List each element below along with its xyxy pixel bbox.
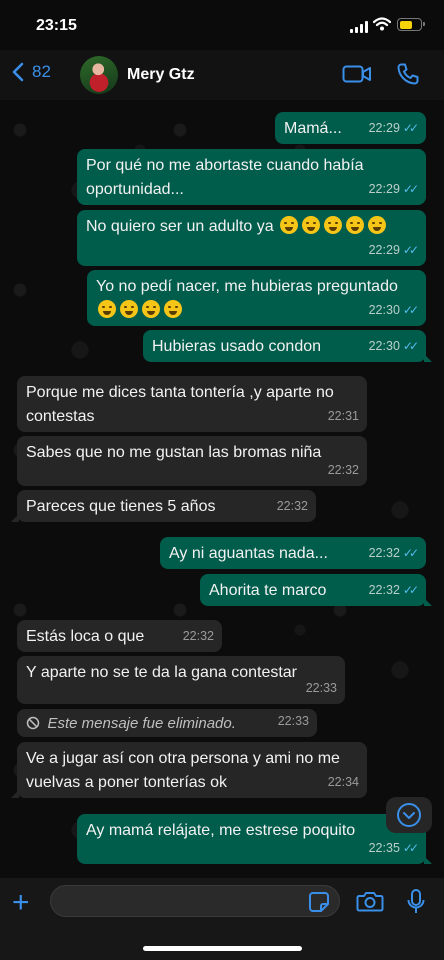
scroll-down-button[interactable] xyxy=(386,797,432,833)
message-text: Yo no pedí nacer, me hubieras preguntado xyxy=(96,278,398,295)
battery-icon xyxy=(397,18,425,31)
message-text: Ay ni aguantas nada... xyxy=(169,545,328,562)
message-text: No quiero ser un adulto ya xyxy=(86,218,274,235)
message-meta: 22:29 ✓✓ xyxy=(368,177,419,201)
message-incoming[interactable]: Porque me dices tanta tontería ,y aparte… xyxy=(17,376,367,432)
message-text: Este mensaje fue eliminado. xyxy=(47,715,236,732)
sticker-icon[interactable] xyxy=(308,891,330,913)
message-time: 22:32 xyxy=(276,499,308,513)
message-incoming[interactable]: Sabes que no me gustan las bromas niña 2… xyxy=(17,436,367,486)
message-text: Y aparte no se te da la gana contestar xyxy=(26,664,298,681)
message-text: Ay mamá relájate, me estrese poquito xyxy=(86,822,356,839)
message-time: 22:32 xyxy=(368,583,400,597)
message-meta: 22:32 xyxy=(183,624,214,648)
message-text: Por qué no me abortaste cuando había opo… xyxy=(86,157,364,198)
message-time: 22:33 xyxy=(305,681,337,695)
mic-icon[interactable] xyxy=(406,888,426,916)
message-time: 22:35 xyxy=(368,841,400,855)
scroll-down-icon xyxy=(397,803,421,827)
double-check-icon: ✓✓ xyxy=(402,841,419,855)
status-time: 23:15 xyxy=(36,17,77,34)
crying-face-emoji xyxy=(278,216,388,235)
wifi-icon xyxy=(373,17,391,31)
crying-face-emoji xyxy=(96,300,184,319)
back-chevron-icon xyxy=(12,62,24,82)
message-time: 22:29 xyxy=(368,121,400,135)
message-text: Ahorita te marco xyxy=(209,582,327,599)
message-outgoing[interactable]: Yo no pedí nacer, me hubieras preguntado… xyxy=(87,270,426,326)
message-meta: 22:33 xyxy=(278,709,309,733)
video-call-icon[interactable] xyxy=(342,64,372,84)
message-time: 22:32 xyxy=(182,629,214,643)
double-check-icon: ✓✓ xyxy=(402,121,419,135)
double-check-icon: ✓✓ xyxy=(402,546,419,560)
status-bar: 23:15 xyxy=(0,0,444,50)
message-incoming[interactable]: Pareces que tienes 5 años 22:32 xyxy=(11,490,316,522)
message-text: Porque me dices tanta tontería ,y aparte… xyxy=(26,384,334,425)
message-outgoing[interactable]: Ahorita te marco 22:32 ✓✓ xyxy=(200,574,432,606)
unread-count: 82 xyxy=(32,62,51,81)
message-text: Ve a jugar así con otra persona y ami no… xyxy=(26,750,340,791)
double-check-icon: ✓✓ xyxy=(402,182,419,196)
contact-name[interactable]: Mery Gtz xyxy=(127,66,195,84)
signal-icon xyxy=(350,20,368,33)
message-meta: 22:35 ✓✓ xyxy=(368,836,419,860)
message-outgoing[interactable]: Ay ni aguantas nada... 22:32 ✓✓ xyxy=(160,537,426,569)
message-outgoing[interactable]: Hubieras usado condon 22:30 ✓✓ xyxy=(143,330,432,362)
deleted-icon xyxy=(26,716,40,730)
message-incoming-deleted[interactable]: Este mensaje fue eliminado. 22:33 xyxy=(17,709,317,737)
message-text: Estás loca o que xyxy=(26,628,145,645)
message-meta: 22:33 xyxy=(306,676,337,700)
avatar[interactable] xyxy=(80,56,118,94)
message-incoming[interactable]: Y aparte no se te da la gana contestar 2… xyxy=(17,656,345,704)
message-time: 22:34 xyxy=(327,775,359,789)
message-time: 22:31 xyxy=(327,409,359,423)
message-text: Pareces que tienes 5 años xyxy=(26,498,216,515)
message-text: Hubieras usado condon xyxy=(152,338,322,355)
message-meta: 22:34 xyxy=(328,770,359,794)
chat-area[interactable]: Mamá... 22:29 ✓✓ Por qué no me abortaste … xyxy=(0,100,444,878)
home-indicator[interactable] xyxy=(143,946,302,951)
message-text: Sabes que no me gustan las bromas niña xyxy=(26,444,322,461)
double-check-icon: ✓✓ xyxy=(402,583,419,597)
message-meta: 22:29 ✓✓ xyxy=(368,116,419,140)
message-time: 22:29 xyxy=(368,182,400,196)
double-check-icon: ✓✓ xyxy=(402,243,419,257)
message-input[interactable] xyxy=(50,885,340,917)
double-check-icon: ✓✓ xyxy=(402,303,419,317)
message-outgoing[interactable]: Ay mamá relájate, me estrese poquito 22:… xyxy=(77,814,432,864)
message-meta: 22:32 ✓✓ xyxy=(368,541,419,565)
message-meta: 22:32 xyxy=(328,458,359,482)
message-text: Mamá... xyxy=(284,120,342,137)
message-meta: 22:30 ✓✓ xyxy=(368,298,419,322)
phone-icon[interactable] xyxy=(396,62,420,86)
message-meta: 22:29 ✓✓ xyxy=(368,238,419,262)
back-button[interactable]: 82 xyxy=(12,62,51,82)
message-meta: 22:31 xyxy=(328,404,359,428)
message-time: 22:30 xyxy=(368,303,400,317)
message-time: 22:30 xyxy=(368,339,400,353)
message-meta: 22:32 ✓✓ xyxy=(368,578,419,602)
message-time: 22:32 xyxy=(327,463,359,477)
message-incoming[interactable]: Estás loca o que 22:32 xyxy=(17,620,222,652)
message-outgoing[interactable]: No quiero ser un adulto ya 22:29 ✓✓ xyxy=(77,210,426,266)
message-outgoing[interactable]: Por qué no me abortaste cuando había opo… xyxy=(77,149,426,205)
message-outgoing[interactable]: Mamá... 22:29 ✓✓ xyxy=(275,112,426,144)
message-time: 22:32 xyxy=(368,546,400,560)
message-meta: 22:30 ✓✓ xyxy=(368,334,419,358)
message-incoming[interactable]: Ve a jugar así con otra persona y ami no… xyxy=(11,742,367,798)
plus-icon[interactable]: + xyxy=(12,888,30,918)
chat-header: 82 Mery Gtz xyxy=(0,50,444,100)
camera-icon[interactable] xyxy=(356,889,384,913)
message-time: 22:29 xyxy=(368,243,400,257)
double-check-icon: ✓✓ xyxy=(402,339,419,353)
message-meta: 22:32 xyxy=(277,494,308,518)
message-time: 22:33 xyxy=(277,714,309,728)
